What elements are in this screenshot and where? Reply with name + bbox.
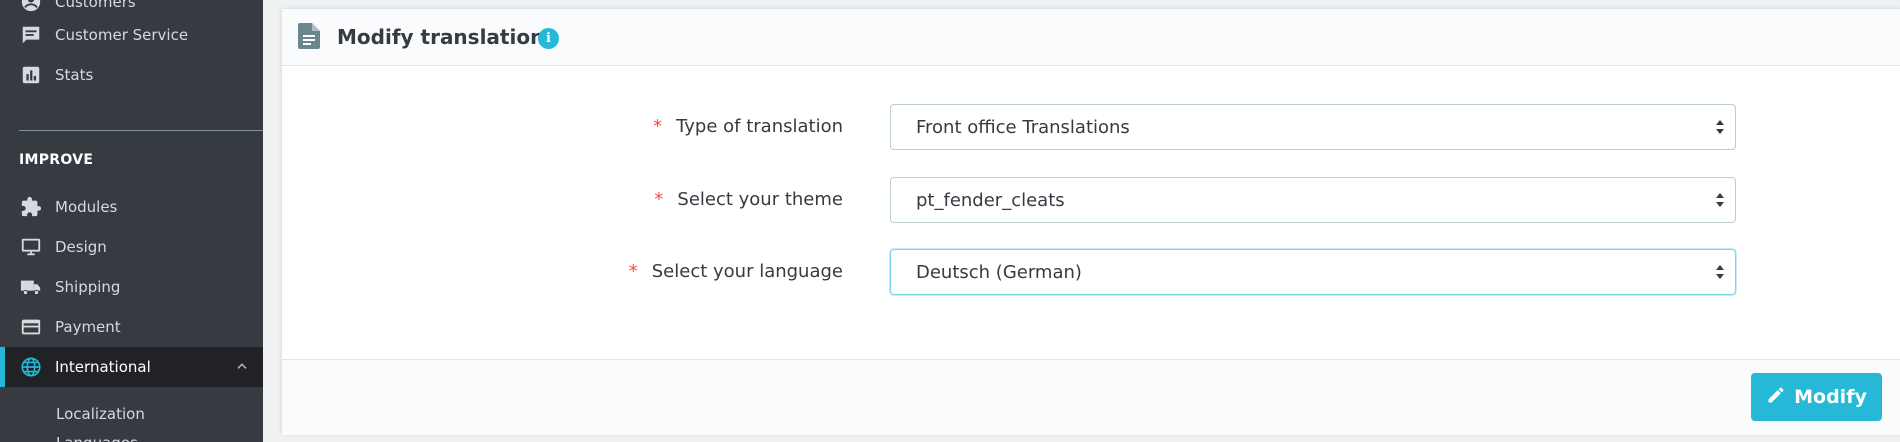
pencil-icon bbox=[1766, 385, 1786, 410]
select-value: Deutsch (German) bbox=[916, 262, 1082, 283]
field-label: * Type of translation bbox=[653, 116, 843, 137]
sidebar-item-label: International bbox=[55, 358, 151, 376]
form-row-translation-type: * Type of translation Front office Transl… bbox=[282, 104, 1900, 152]
sidebar-item-payment[interactable]: Payment bbox=[0, 307, 263, 347]
sidebar: Customers Customer Service Stats IMPROVE… bbox=[0, 0, 263, 442]
field-label-text: Type of translation bbox=[676, 116, 843, 137]
desktop-icon bbox=[19, 235, 43, 259]
sidebar-item-label: Payment bbox=[55, 318, 121, 336]
field-label: * Select your language bbox=[629, 261, 843, 282]
credit-card-icon bbox=[19, 315, 43, 339]
sidebar-item-label: Modules bbox=[55, 198, 118, 216]
field-label-text: Select your language bbox=[651, 261, 843, 282]
account-circle-icon bbox=[19, 0, 43, 14]
language-select[interactable]: Deutsch (German) bbox=[890, 249, 1736, 295]
globe-icon bbox=[19, 355, 43, 379]
sidebar-subitem-languages[interactable]: Languages bbox=[56, 434, 138, 442]
sort-arrows-icon bbox=[1715, 264, 1725, 285]
sidebar-item-international[interactable]: International bbox=[0, 347, 263, 387]
sidebar-item-design[interactable]: Design bbox=[0, 227, 263, 267]
required-mark: * bbox=[628, 261, 638, 282]
form-row-language: * Select your language Deutsch (German) bbox=[282, 249, 1900, 297]
panel-title: Modify translations bbox=[337, 25, 557, 49]
bar-chart-icon bbox=[19, 63, 43, 87]
field-label-text: Select your theme bbox=[677, 189, 843, 210]
sidebar-item-stats[interactable]: Stats bbox=[0, 55, 263, 95]
truck-icon bbox=[19, 275, 43, 299]
sidebar-divider bbox=[19, 130, 263, 131]
theme-select[interactable]: pt_fender_cleats bbox=[890, 177, 1736, 223]
modify-button[interactable]: Modify bbox=[1751, 373, 1882, 421]
required-mark: * bbox=[654, 189, 664, 210]
sidebar-item-label: Design bbox=[55, 238, 107, 256]
panel-header: Modify translations i bbox=[282, 9, 1900, 66]
sort-arrows-icon bbox=[1715, 192, 1725, 213]
translations-panel: Modify translations i * Type of translati… bbox=[281, 8, 1900, 435]
sidebar-item-label: Stats bbox=[55, 66, 94, 84]
panel-footer: Modify bbox=[282, 359, 1900, 435]
chat-icon bbox=[19, 23, 43, 47]
sidebar-item-modules[interactable]: Modules bbox=[0, 187, 263, 227]
sidebar-item-customer-service[interactable]: Customer Service bbox=[0, 15, 263, 55]
translation-type-select[interactable]: Front office Translations bbox=[890, 104, 1736, 150]
sidebar-item-label: Customers bbox=[55, 0, 136, 11]
select-value: Front office Translations bbox=[916, 117, 1130, 138]
puzzle-icon bbox=[19, 195, 43, 219]
chevron-up-icon[interactable] bbox=[235, 359, 249, 377]
sidebar-subitem-localization[interactable]: Localization bbox=[56, 405, 145, 423]
field-label: * Select your theme bbox=[654, 189, 843, 210]
sidebar-item-label: Shipping bbox=[55, 278, 121, 296]
sidebar-item-label: Customer Service bbox=[55, 26, 189, 44]
form-row-theme: * Select your theme pt_fender_cleats bbox=[282, 177, 1900, 225]
sidebar-item-shipping[interactable]: Shipping bbox=[0, 267, 263, 307]
modify-button-label: Modify bbox=[1794, 386, 1867, 408]
info-icon[interactable]: i bbox=[538, 28, 559, 49]
document-icon bbox=[298, 23, 320, 53]
select-value: pt_fender_cleats bbox=[916, 190, 1065, 211]
required-mark: * bbox=[653, 116, 663, 137]
sort-arrows-icon bbox=[1715, 119, 1725, 140]
sidebar-section-title: IMPROVE bbox=[19, 152, 94, 168]
